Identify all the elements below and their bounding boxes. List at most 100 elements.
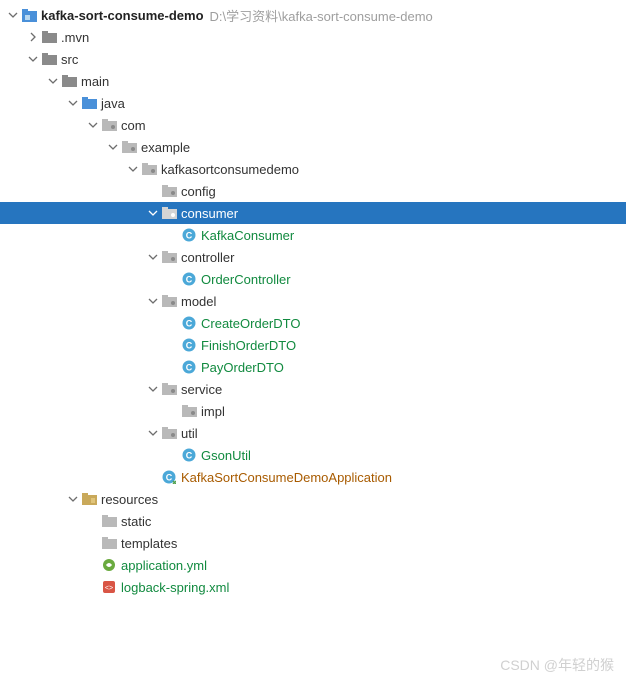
tree-item-kafka-consumer[interactable]: C KafkaConsumer bbox=[0, 224, 626, 246]
chevron-right-icon[interactable] bbox=[26, 32, 40, 42]
node-label: main bbox=[78, 74, 109, 89]
tree-item-config[interactable]: config bbox=[0, 180, 626, 202]
class-icon: C bbox=[180, 272, 198, 286]
node-label: FinishOrderDTO bbox=[198, 338, 296, 353]
resources-folder-icon bbox=[80, 493, 98, 505]
node-label: application.yml bbox=[118, 558, 207, 573]
chevron-down-icon[interactable] bbox=[66, 494, 80, 504]
tree-item-util[interactable]: util bbox=[0, 422, 626, 444]
module-icon bbox=[20, 9, 38, 22]
node-label: PayOrderDTO bbox=[198, 360, 284, 375]
svg-text:C: C bbox=[186, 341, 193, 351]
package-icon bbox=[160, 185, 178, 197]
class-icon: C bbox=[180, 360, 198, 374]
node-label: java bbox=[98, 96, 125, 111]
tree-item-resources[interactable]: resources bbox=[0, 488, 626, 510]
xml-file-icon: <> bbox=[100, 580, 118, 594]
spring-config-icon bbox=[100, 558, 118, 572]
package-icon bbox=[160, 427, 178, 439]
tree-item-gson-util[interactable]: C GsonUtil bbox=[0, 444, 626, 466]
node-label: model bbox=[178, 294, 216, 309]
node-label: config bbox=[178, 184, 216, 199]
node-label: templates bbox=[118, 536, 177, 551]
node-label: example bbox=[138, 140, 190, 155]
node-label: controller bbox=[178, 250, 234, 265]
chevron-down-icon[interactable] bbox=[6, 10, 20, 20]
tree-item-app-class[interactable]: C KafkaSortConsumeDemoApplication bbox=[0, 466, 626, 488]
tree-item-java[interactable]: java bbox=[0, 92, 626, 114]
tree-item-service[interactable]: service bbox=[0, 378, 626, 400]
class-icon: C bbox=[180, 228, 198, 242]
node-label: KafkaConsumer bbox=[198, 228, 294, 243]
package-icon bbox=[140, 163, 158, 175]
node-label: consumer bbox=[178, 206, 238, 221]
node-label: KafkaSortConsumeDemoApplication bbox=[178, 470, 392, 485]
node-label: static bbox=[118, 514, 151, 529]
root-path: D:\学习资料\kafka-sort-consume-demo bbox=[204, 6, 433, 25]
chevron-down-icon[interactable] bbox=[146, 384, 160, 394]
svg-text:C: C bbox=[166, 473, 173, 483]
chevron-down-icon[interactable] bbox=[26, 54, 40, 64]
svg-text:C: C bbox=[186, 451, 193, 461]
chevron-down-icon[interactable] bbox=[66, 98, 80, 108]
node-label: src bbox=[58, 52, 78, 67]
folder-icon bbox=[40, 31, 58, 43]
tree-item-application-yml[interactable]: application.yml bbox=[0, 554, 626, 576]
source-folder-icon bbox=[80, 97, 98, 109]
node-label: com bbox=[118, 118, 146, 133]
tree-item-com[interactable]: com bbox=[0, 114, 626, 136]
tree-item-logback-xml[interactable]: <> logback-spring.xml bbox=[0, 576, 626, 598]
tree-item-controller[interactable]: controller bbox=[0, 246, 626, 268]
watermark: CSDN @年轻的猴 bbox=[500, 655, 614, 675]
tree-item-impl[interactable]: impl bbox=[0, 400, 626, 422]
folder-icon bbox=[60, 75, 78, 87]
root-name: kafka-sort-consume-demo bbox=[38, 8, 204, 23]
svg-text:<>: <> bbox=[105, 585, 113, 592]
node-label: CreateOrderDTO bbox=[198, 316, 300, 331]
class-icon: C bbox=[180, 316, 198, 330]
chevron-down-icon[interactable] bbox=[86, 120, 100, 130]
tree-item-create-order-dto[interactable]: C CreateOrderDTO bbox=[0, 312, 626, 334]
chevron-down-icon[interactable] bbox=[146, 208, 160, 218]
tree-item-static[interactable]: static bbox=[0, 510, 626, 532]
tree-item-finish-order-dto[interactable]: C FinishOrderDTO bbox=[0, 334, 626, 356]
folder-icon bbox=[40, 53, 58, 65]
tree-item-order-controller[interactable]: C OrderController bbox=[0, 268, 626, 290]
package-icon bbox=[160, 383, 178, 395]
folder-icon bbox=[100, 515, 118, 527]
svg-text:C: C bbox=[186, 275, 193, 285]
class-icon: C bbox=[180, 338, 198, 352]
node-label: impl bbox=[198, 404, 225, 419]
node-label: GsonUtil bbox=[198, 448, 251, 463]
chevron-down-icon[interactable] bbox=[146, 296, 160, 306]
tree-item-pkg[interactable]: kafkasortconsumedemo bbox=[0, 158, 626, 180]
tree-item-model[interactable]: model bbox=[0, 290, 626, 312]
chevron-down-icon[interactable] bbox=[126, 164, 140, 174]
chevron-down-icon[interactable] bbox=[106, 142, 120, 152]
spring-app-icon: C bbox=[160, 470, 178, 484]
node-label: resources bbox=[98, 492, 158, 507]
tree-item-consumer[interactable]: consumer bbox=[0, 202, 626, 224]
node-label: logback-spring.xml bbox=[118, 580, 229, 595]
package-icon bbox=[160, 207, 178, 219]
package-icon bbox=[180, 405, 198, 417]
svg-text:C: C bbox=[186, 319, 193, 329]
chevron-down-icon[interactable] bbox=[46, 76, 60, 86]
tree-item-mvn[interactable]: .mvn bbox=[0, 26, 626, 48]
tree-item-src[interactable]: src bbox=[0, 48, 626, 70]
tree-item-example[interactable]: example bbox=[0, 136, 626, 158]
node-label: .mvn bbox=[58, 30, 89, 45]
package-icon bbox=[120, 141, 138, 153]
chevron-down-icon[interactable] bbox=[146, 252, 160, 262]
package-icon bbox=[160, 295, 178, 307]
tree-item-main[interactable]: main bbox=[0, 70, 626, 92]
svg-text:C: C bbox=[186, 363, 193, 373]
svg-text:C: C bbox=[186, 231, 193, 241]
project-tree: kafka-sort-consume-demo D:\学习资料\kafka-so… bbox=[0, 0, 626, 598]
folder-icon bbox=[100, 537, 118, 549]
tree-item-pay-order-dto[interactable]: C PayOrderDTO bbox=[0, 356, 626, 378]
chevron-down-icon[interactable] bbox=[146, 428, 160, 438]
tree-item-templates[interactable]: templates bbox=[0, 532, 626, 554]
node-label: util bbox=[178, 426, 198, 441]
tree-root[interactable]: kafka-sort-consume-demo D:\学习资料\kafka-so… bbox=[0, 4, 626, 26]
